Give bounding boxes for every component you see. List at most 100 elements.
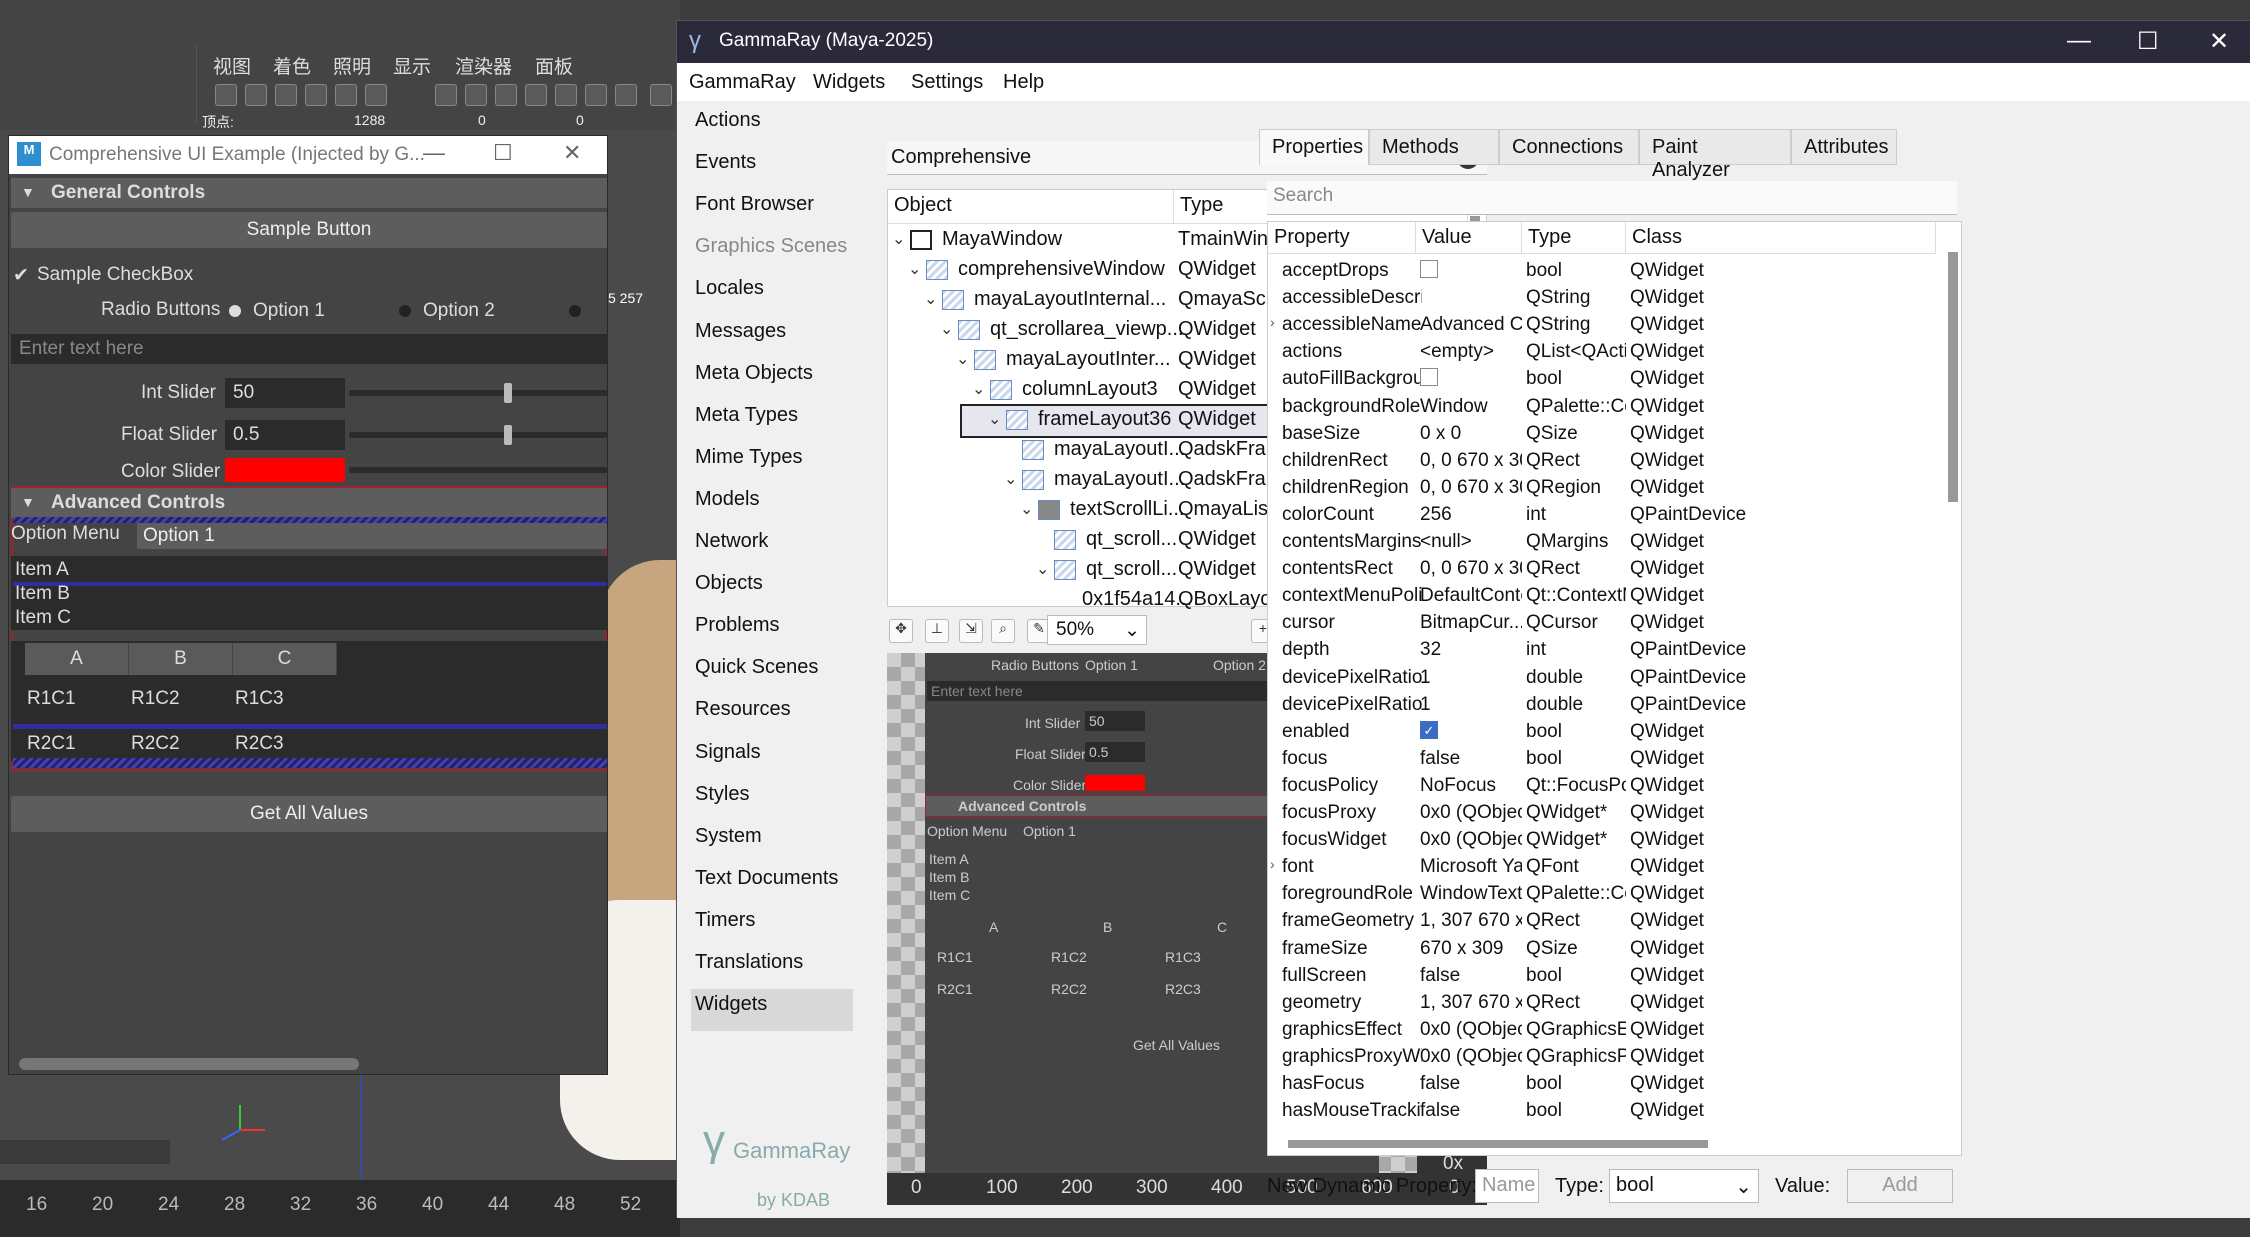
expand-chevron-icon[interactable]: ⌄: [1036, 559, 1049, 579]
expand-chevron-icon[interactable]: ⌄: [908, 259, 921, 279]
prop-header-type[interactable]: Type: [1522, 222, 1626, 254]
int-slider-track[interactable]: [349, 390, 607, 396]
check-icon[interactable]: ✔: [13, 264, 29, 287]
expand-chevron-icon[interactable]: ⌄: [892, 229, 905, 249]
zoom-select[interactable]: 50% ⌄: [1047, 615, 1147, 645]
property-row[interactable]: baseSize 0 x 0 QSize QWidget: [1268, 421, 1938, 448]
prop-vscroll[interactable]: [1948, 252, 1958, 502]
table-header[interactable]: C: [233, 643, 337, 675]
property-row[interactable]: depth 32 int QPaintDevice: [1268, 637, 1938, 664]
get-all-values-button[interactable]: Get All Values: [11, 796, 607, 832]
nav-item-signals[interactable]: Signals: [695, 741, 761, 764]
property-row[interactable]: › font Microsoft YaH...QFont QWidget: [1268, 854, 1938, 881]
property-search-field[interactable]: Search: [1267, 181, 1957, 215]
nav-item-network[interactable]: Network: [695, 530, 768, 553]
new-dyn-type-select[interactable]: bool ⌄: [1609, 1169, 1759, 1203]
nav-item-text-documents[interactable]: Text Documents: [695, 867, 838, 890]
property-row[interactable]: frameGeometry 1, 307 670 x 309QRect QWidge…: [1268, 908, 1938, 935]
list-item[interactable]: Item C: [15, 607, 71, 629]
property-row[interactable]: foregroundRole WindowTextQPalette::Colo..…: [1268, 881, 1938, 908]
option-menu-dropdown[interactable]: Option 1: [137, 523, 607, 549]
nav-item-graphics-scenes[interactable]: Graphics Scenes: [695, 235, 847, 258]
nav-item-messages[interactable]: Messages: [695, 320, 786, 343]
isolate-icon[interactable]: [335, 84, 357, 106]
expand-chevron-icon[interactable]: ⌄: [940, 319, 953, 339]
property-row[interactable]: hasMouseTrackingfalse bool QWidget: [1268, 1098, 1938, 1125]
tab-methods[interactable]: Methods: [1369, 129, 1499, 165]
maya-menu-view[interactable]: 视图: [213, 52, 251, 79]
expand-chevron-icon[interactable]: ⌄: [988, 409, 1001, 429]
maya-menu-show[interactable]: 显示: [393, 52, 431, 79]
prop-header-property[interactable]: Property: [1268, 222, 1416, 254]
select-tool-icon[interactable]: ⇲: [959, 619, 983, 643]
table-header[interactable]: A: [25, 643, 129, 675]
sample-button[interactable]: Sample Button: [11, 212, 607, 248]
nav-item-problems[interactable]: Problems: [695, 614, 779, 637]
color-slider-swatch[interactable]: [225, 458, 345, 482]
nav-item-mime-types[interactable]: Mime Types: [695, 446, 802, 469]
menu-gammaray[interactable]: GammaRay: [689, 71, 796, 94]
tab-attributes[interactable]: Attributes: [1791, 129, 1897, 165]
minimize-icon[interactable]: —: [2067, 27, 2091, 55]
property-row[interactable]: contentsRect 0, 0 670 x 309QRect QWidget: [1268, 556, 1938, 583]
nav-item-objects[interactable]: Objects: [695, 572, 763, 595]
table-cell[interactable]: R1C3: [235, 688, 284, 710]
ruler-tool-icon[interactable]: ⊥: [925, 619, 949, 643]
nav-item-font-browser[interactable]: Font Browser: [695, 193, 814, 216]
nav-item-quick-scenes[interactable]: Quick Scenes: [695, 656, 818, 679]
maya-menu-renderer[interactable]: 渲染器: [455, 52, 512, 79]
gate-mask-icon[interactable]: [525, 84, 547, 106]
camera-attr-icon[interactable]: [245, 84, 267, 106]
property-row[interactable]: › accessibleNameAdvanced Con...QString QWi…: [1268, 312, 1938, 339]
property-row[interactable]: backgroundRoleWindow QPalette::Colo...QWi…: [1268, 394, 1938, 421]
nav-item-resources[interactable]: Resources: [695, 698, 791, 721]
advanced-controls-header[interactable]: ▼ Advanced Controls: [11, 488, 607, 518]
nav-item-locales[interactable]: Locales: [695, 277, 764, 300]
nav-item-actions[interactable]: Actions: [695, 109, 761, 132]
expand-chevron-icon[interactable]: ⌄: [1004, 469, 1017, 489]
nav-item-system[interactable]: System: [695, 825, 762, 848]
nav-item-translations[interactable]: Translations: [695, 951, 803, 974]
property-row[interactable]: focusPolicy NoFocus Qt::FocusPolicyQWidget: [1268, 773, 1938, 800]
bookmark-icon[interactable]: [275, 84, 297, 106]
property-table[interactable]: Property Value Type Class acceptDrops boo…: [1267, 221, 1962, 1156]
prop-header-value[interactable]: Value: [1416, 222, 1522, 254]
safe-action-icon[interactable]: [585, 84, 607, 106]
radio-option1[interactable]: [229, 305, 241, 317]
resolution-gate-icon[interactable]: [495, 84, 517, 106]
maya-timeline[interactable]: 16 20 24 28 32 36 40 44 48 52: [0, 1180, 680, 1237]
expand-chevron-icon[interactable]: ⌄: [924, 289, 937, 309]
table-cell[interactable]: R2C3: [235, 733, 284, 755]
nav-item-widgets[interactable]: Widgets: [695, 993, 767, 1016]
close-icon[interactable]: ✕: [563, 140, 581, 166]
item-list[interactable]: [11, 556, 607, 630]
cw-title-bar[interactable]: M Comprehensive UI Example (Injected by …: [9, 136, 607, 174]
table-cell[interactable]: R2C1: [27, 733, 76, 755]
expand-chevron-icon[interactable]: ›: [1270, 856, 1275, 872]
color-slider-track[interactable]: [349, 467, 607, 473]
property-row[interactable]: childrenRegion 0, 0 670 x 309QRegion QWidg…: [1268, 475, 1938, 502]
new-dyn-add-button[interactable]: Add: [1847, 1169, 1953, 1203]
expand-chevron-icon[interactable]: ⌄: [972, 379, 985, 399]
nav-item-models[interactable]: Models: [695, 488, 759, 511]
cube-icon[interactable]: [650, 84, 672, 106]
camera-icon[interactable]: [215, 84, 237, 106]
menu-widgets[interactable]: Widgets: [813, 71, 885, 94]
table-header[interactable]: B: [129, 643, 233, 675]
safe-title-icon[interactable]: [615, 84, 637, 106]
property-row[interactable]: fullScreen false bool QWidget: [1268, 963, 1938, 990]
gr-title-bar[interactable]: γ GammaRay (Maya-2025) — ☐ ✕: [677, 21, 2250, 63]
grid-toggle-icon[interactable]: [435, 84, 457, 106]
tree-row[interactable]: ⌄ frameLayout36 QWidget: [960, 404, 1290, 438]
new-dyn-name-field[interactable]: Name: [1475, 1169, 1539, 1203]
property-row[interactable]: focus false bool QWidget: [1268, 746, 1938, 773]
grid-icon[interactable]: [305, 84, 327, 106]
field-chart-icon[interactable]: [555, 84, 577, 106]
cw-hscroll[interactable]: [19, 1058, 359, 1070]
nav-item-meta-types[interactable]: Meta Types: [695, 404, 798, 427]
tab-connections[interactable]: Connections: [1499, 129, 1639, 165]
int-slider-handle[interactable]: [503, 383, 512, 403]
property-row[interactable]: acceptDrops bool QWidget: [1268, 258, 1938, 285]
list-item[interactable]: Item A: [15, 559, 69, 581]
expand-chevron-icon[interactable]: ›: [1270, 314, 1275, 330]
